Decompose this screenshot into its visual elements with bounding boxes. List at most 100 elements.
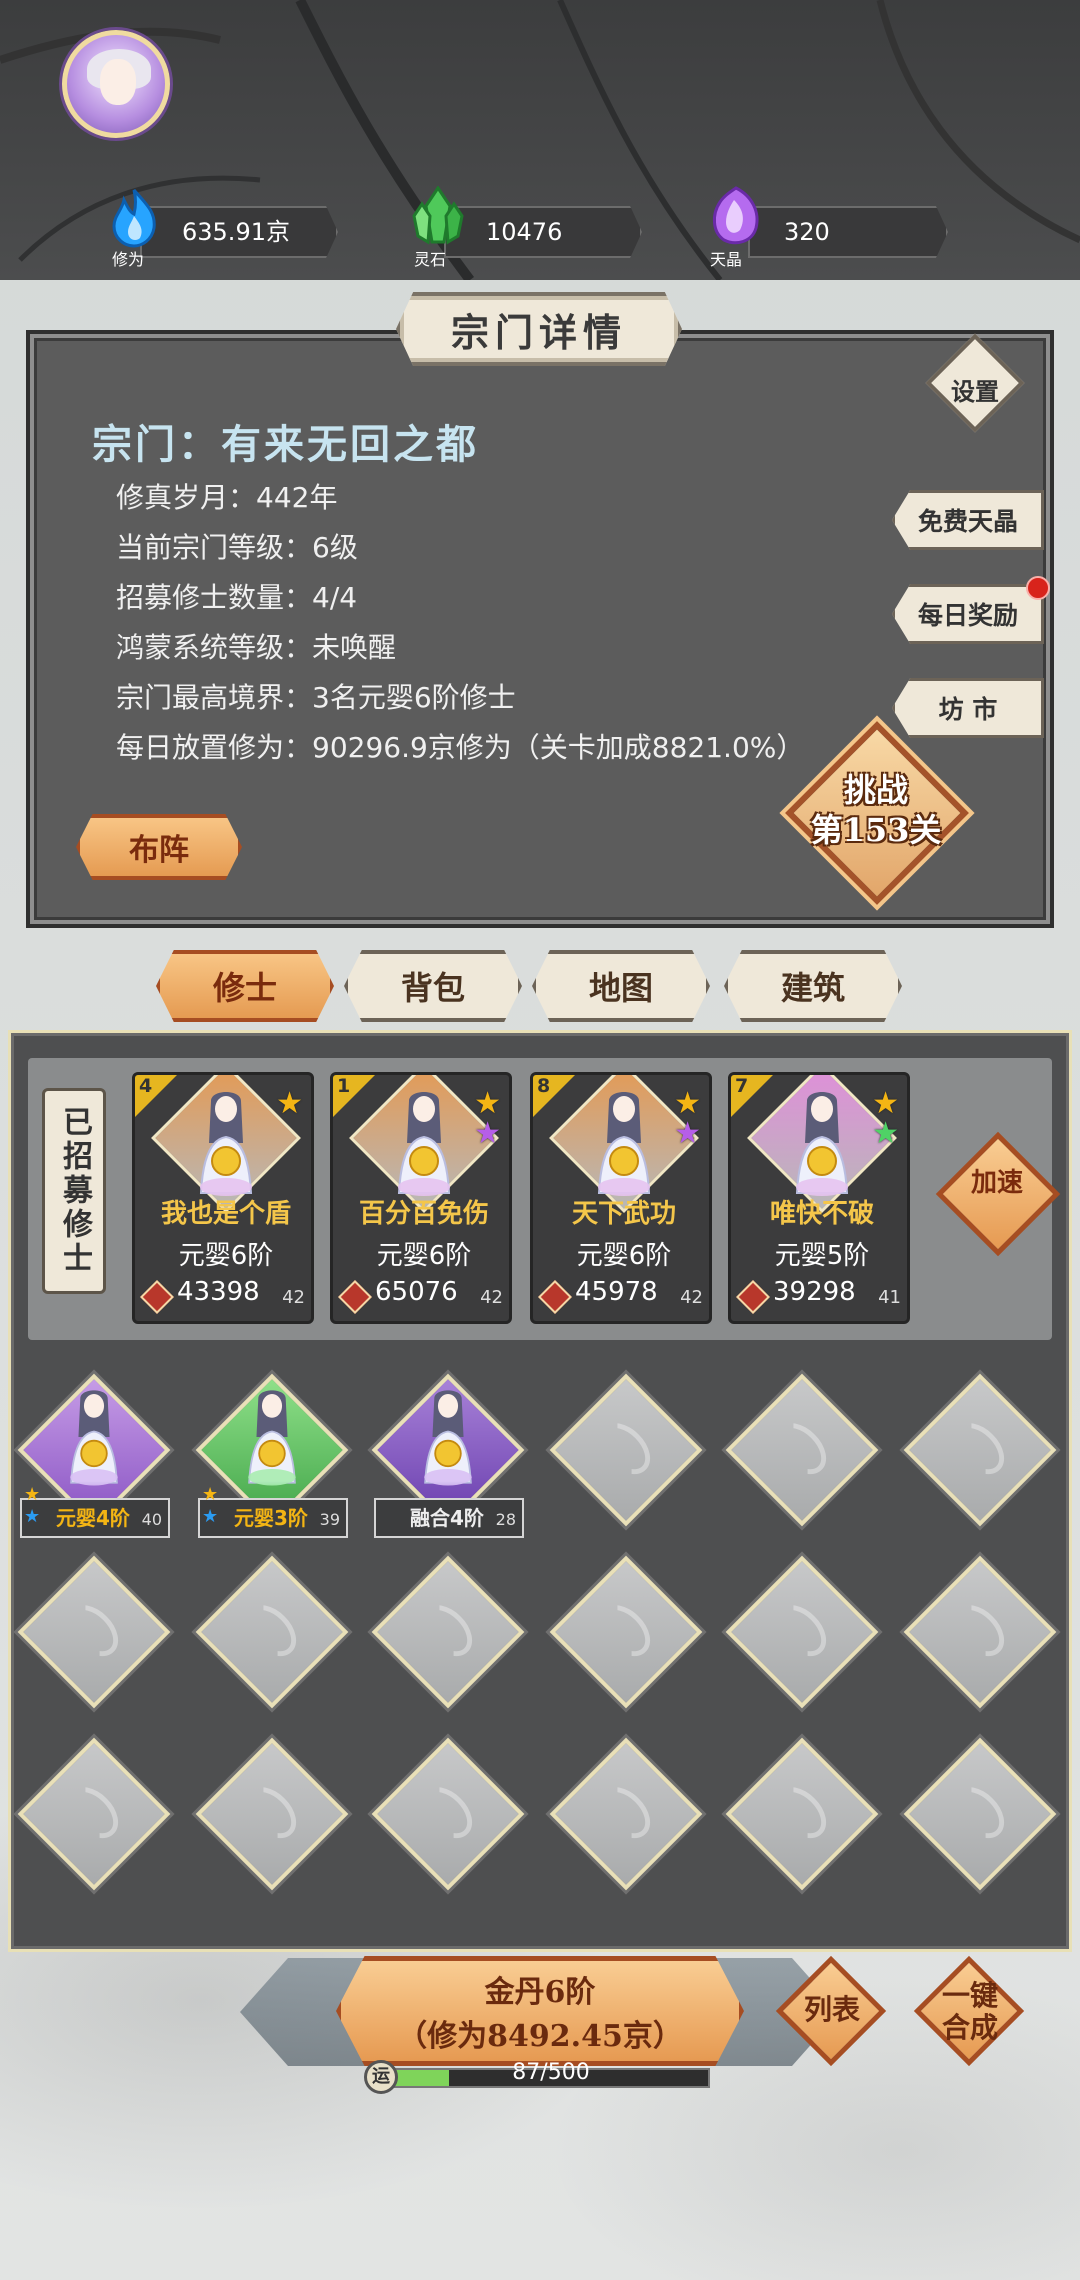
- cultivator-level: 42: [680, 1287, 703, 1308]
- cultivator-portrait: [240, 1382, 304, 1492]
- cloud-icon: [235, 1595, 306, 1666]
- tab-buildings[interactable]: 建筑: [724, 950, 902, 1022]
- battle-power: 65076: [375, 1277, 458, 1307]
- recruited-card[interactable]: 4 ★ 我也是个盾 元婴6阶 43398 42: [132, 1072, 314, 1324]
- tab-map[interactable]: 地图: [532, 950, 710, 1022]
- cultivator-name: 天下武功: [571, 1199, 676, 1229]
- merge-line1: 一键: [941, 1979, 998, 2012]
- cultivator-portrait: [589, 1083, 659, 1203]
- spirit-stone-label: 灵石: [414, 250, 447, 269]
- star-icon: ★: [24, 1506, 41, 1527]
- cultivator-level: 42: [480, 1287, 503, 1308]
- avatar-face: [100, 59, 136, 105]
- challenge-line1: 挑战: [843, 771, 908, 809]
- daily-reward-button[interactable]: 每日奖励: [892, 584, 1044, 644]
- cultivator-portrait: [787, 1083, 857, 1203]
- cloud-icon: [943, 1777, 1014, 1848]
- rank-number: 7: [735, 1075, 749, 1097]
- info-sect-level: 当前宗门等级：6级: [116, 531, 358, 564]
- info-recruit-count: 招募修士数量：4/4: [116, 581, 358, 614]
- cultivator-level: 41: [878, 1287, 901, 1308]
- one-click-merge-label: 一键 合成: [918, 1980, 1022, 2044]
- spirit-stone-resource-bar: 10476: [444, 206, 642, 258]
- speed-up-label: 加速: [970, 1168, 1023, 1198]
- slot-level: 39: [319, 1510, 340, 1529]
- battle-power: 43398: [177, 1277, 260, 1307]
- cultivation-label: 修为: [112, 250, 145, 269]
- breakthrough-button[interactable]: 金丹6阶 （修为8492.45京）: [336, 1956, 744, 2066]
- slot-realm-tag: 融合4阶 28: [374, 1498, 524, 1538]
- cloud-icon: [943, 1413, 1014, 1484]
- cultivator-realm: 元婴6阶: [576, 1241, 672, 1271]
- slot-level: 40: [141, 1510, 162, 1529]
- info-highest-realm: 宗门最高境界：3名元婴6阶修士: [116, 681, 516, 714]
- panel-title: 宗门详情: [450, 309, 627, 355]
- recruited-card[interactable]: 8 ★ ★ 天下武功元婴6阶 45978 42: [530, 1072, 712, 1324]
- cultivator-name: 百分百免伤: [358, 1199, 489, 1229]
- slot-realm: 元婴3阶: [234, 1506, 308, 1530]
- star-icon: ★: [872, 1116, 899, 1151]
- market-button[interactable]: 坊 市: [892, 678, 1044, 738]
- slot-realm: 元婴4阶: [56, 1506, 130, 1530]
- star-icon: ★: [202, 1484, 219, 1505]
- star-icon: ★: [872, 1086, 899, 1121]
- merge-line2: 合成: [941, 2011, 998, 2044]
- cultivator-level: 42: [282, 1287, 305, 1308]
- cloud-icon: [589, 1413, 660, 1484]
- sky-crystal-label: 天晶: [710, 250, 743, 269]
- cultivator-portrait: [389, 1083, 459, 1203]
- cloud-icon: [765, 1777, 836, 1848]
- cultivator-name: 唯快不破: [769, 1199, 874, 1229]
- flame-icon: [112, 189, 156, 248]
- sky-crystal-resource-bar: 320: [748, 206, 948, 258]
- cloud-icon: [765, 1595, 836, 1666]
- settings-label: 设置: [951, 378, 999, 406]
- challenge-stage: 第153关: [810, 811, 942, 849]
- luck-progress-text: 87/500: [512, 2060, 590, 2085]
- cultivator-name: 我也是个盾: [160, 1199, 291, 1229]
- cloud-icon: [589, 1777, 660, 1848]
- battle-power: 45978: [575, 1277, 658, 1307]
- battle-power-icon: [538, 1280, 572, 1314]
- sect-name: 宗门：有来无回之都: [92, 421, 479, 468]
- crystal-icon: [412, 186, 464, 245]
- star-icon: ★: [474, 1116, 501, 1151]
- recruited-label: 已招募修士: [42, 1088, 106, 1294]
- spirit-stone-value: 10476: [486, 218, 563, 246]
- cultivator-realm: 元婴6阶: [376, 1241, 472, 1271]
- tab-cultivators[interactable]: 修士: [156, 950, 334, 1022]
- cloud-icon: [57, 1595, 128, 1666]
- star-icon: ★: [674, 1086, 701, 1121]
- cultivation-resource-bar: 635.91京: [140, 206, 338, 258]
- formation-button[interactable]: 布阵: [76, 814, 242, 880]
- star-icon: ★: [474, 1086, 501, 1121]
- player-avatar[interactable]: [62, 30, 170, 138]
- breakthrough-realm: 金丹6阶: [484, 1975, 596, 2010]
- list-label: 列表: [803, 1993, 860, 2026]
- panel-title-plaque: 宗门详情: [396, 292, 682, 366]
- battle-power-icon: [140, 1280, 174, 1314]
- star-icon: ★: [276, 1086, 303, 1121]
- cloud-icon: [411, 1777, 482, 1848]
- cultivator-portrait: [416, 1382, 480, 1492]
- slot-level: 28: [495, 1510, 516, 1529]
- info-hongmeng-level: 鸿蒙系统等级：未唤醒: [116, 631, 397, 664]
- cloud-icon: [235, 1777, 306, 1848]
- notification-dot: [1026, 576, 1050, 600]
- cloud-icon: [57, 1777, 128, 1848]
- rank-number: 8: [537, 1075, 551, 1097]
- recruited-card[interactable]: 1 ★ ★ 百分百免伤 元婴6阶 65076 42: [330, 1072, 512, 1324]
- battle-power-icon: [736, 1280, 770, 1314]
- info-cultivation-years: 修真岁月：442年: [116, 481, 338, 514]
- cultivation-value: 635.91京: [182, 218, 290, 246]
- cultivator-realm: 元婴5阶: [774, 1241, 870, 1271]
- tab-backpack[interactable]: 背包: [344, 950, 522, 1022]
- recruited-card[interactable]: 7 ★ ★ 唯快不破元婴5阶 39298 41: [728, 1072, 910, 1324]
- cloud-icon: [589, 1595, 660, 1666]
- star-icon: ★: [674, 1116, 701, 1151]
- battle-power: 39298: [773, 1277, 856, 1307]
- free-sky-crystal-button[interactable]: 免费天晶: [892, 490, 1044, 550]
- cultivator-portrait: [191, 1083, 261, 1203]
- rank-number: 4: [139, 1075, 153, 1097]
- breakthrough-cost: （修为8492.45京）: [397, 2019, 683, 2054]
